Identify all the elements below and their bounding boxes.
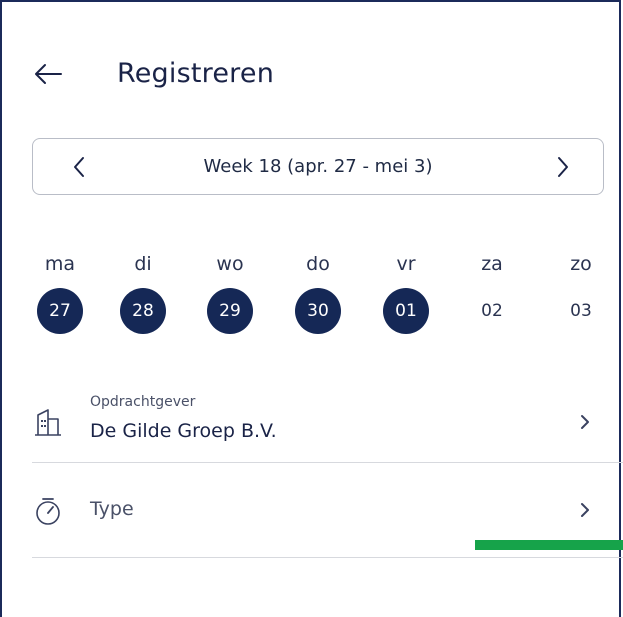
- day-name: vr: [396, 253, 416, 275]
- arrow-left-icon: [35, 64, 62, 84]
- day-strip: ma 27 di 28 wo 29 do 30 vr 01 za 02 zo 0…: [0, 250, 623, 334]
- client-row[interactable]: Opdrachtgever De Gilde Groep B.V.: [32, 382, 623, 463]
- week-label: Week 18 (apr. 27 - mei 3): [203, 156, 433, 177]
- chevron-right-icon: [558, 157, 568, 177]
- day-saturday[interactable]: za 02: [462, 250, 522, 334]
- next-week-button[interactable]: [543, 147, 583, 187]
- day-monday[interactable]: ma 27: [30, 250, 90, 334]
- chevron-right-icon: [581, 503, 589, 517]
- day-number[interactable]: 03: [558, 288, 604, 334]
- day-number[interactable]: 28: [120, 288, 166, 334]
- back-button[interactable]: [28, 54, 68, 94]
- day-name: za: [481, 253, 503, 275]
- day-number[interactable]: 29: [207, 288, 253, 334]
- day-sunday[interactable]: zo 03: [551, 250, 611, 334]
- day-wednesday[interactable]: wo 29: [200, 250, 260, 334]
- day-number[interactable]: 01: [383, 288, 429, 334]
- stopwatch-icon: [36, 498, 60, 525]
- client-caption: Opdrachtgever: [90, 394, 196, 410]
- day-thursday[interactable]: do 30: [288, 250, 348, 334]
- week-selector: Week 18 (apr. 27 - mei 3): [32, 138, 604, 195]
- day-tuesday[interactable]: di 28: [113, 250, 173, 334]
- header: Registreren: [0, 40, 623, 100]
- page-title: Registreren: [117, 58, 275, 89]
- client-value: De Gilde Groep B.V.: [90, 420, 277, 442]
- day-name: wo: [216, 253, 244, 275]
- day-number[interactable]: 02: [469, 288, 515, 334]
- day-number[interactable]: 30: [295, 288, 341, 334]
- day-friday[interactable]: vr 01: [376, 250, 436, 334]
- building-icon: [35, 409, 61, 436]
- type-label: Type: [90, 498, 134, 520]
- day-number[interactable]: 27: [37, 288, 83, 334]
- day-name: zo: [570, 253, 592, 275]
- accent-bar: [475, 540, 623, 550]
- chevron-right-icon: [581, 415, 589, 429]
- day-name: di: [134, 253, 152, 275]
- day-name: ma: [44, 253, 76, 275]
- day-name: do: [306, 253, 330, 275]
